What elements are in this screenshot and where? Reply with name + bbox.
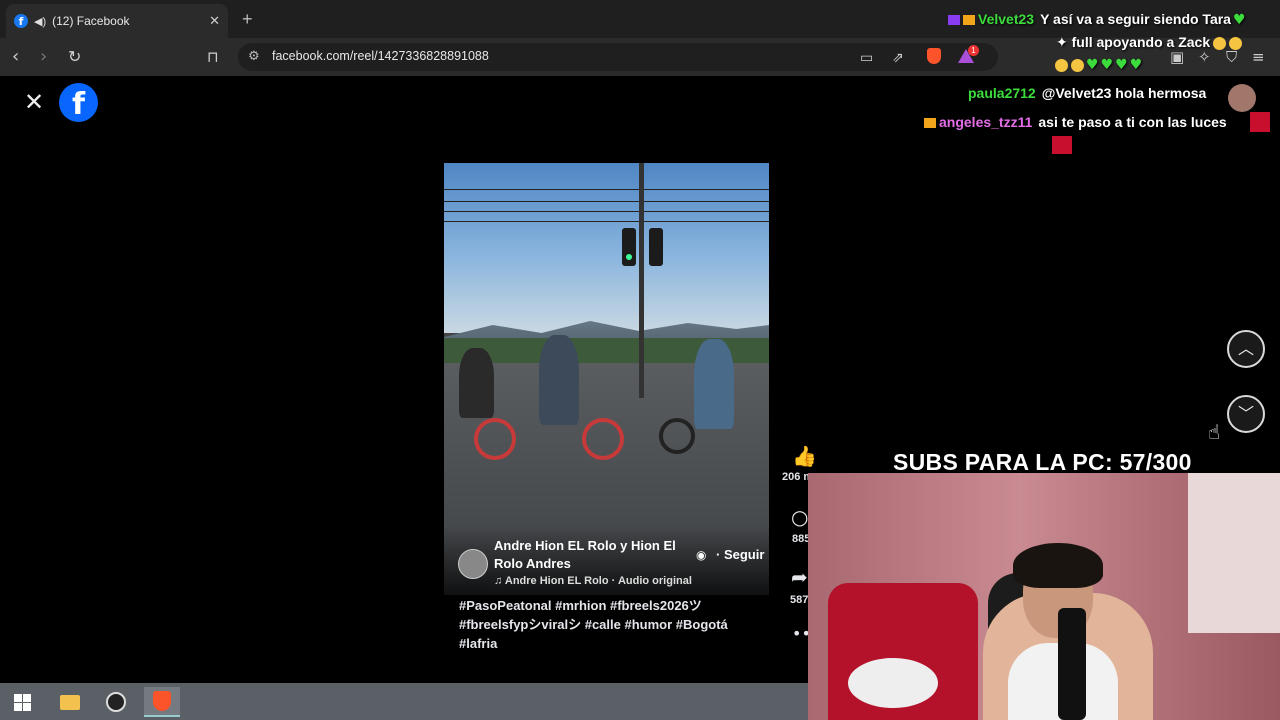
forward-arrow-icon[interactable]: › — [40, 47, 47, 67]
share-arrow-icon[interactable]: ➦ — [791, 565, 808, 589]
traffic-light — [622, 228, 636, 266]
share-count: 587 — [790, 594, 809, 606]
folder-icon — [60, 694, 80, 710]
facebook-favicon-icon: f — [14, 14, 28, 28]
webcam-microphone — [1058, 608, 1086, 720]
sub-badge-icon — [948, 15, 960, 26]
chat-message: ✦ full apoyando a Zack — [1056, 34, 1243, 51]
next-reel-button[interactable]: ﹀ — [1227, 395, 1265, 433]
green-heart-icon: ♥ — [1129, 57, 1143, 73]
facebook-logo[interactable]: f — [59, 83, 98, 122]
reload-icon[interactable]: ↻ — [68, 47, 81, 67]
tab-title: (12) Facebook — [52, 14, 130, 28]
profile-avatar[interactable] — [1228, 84, 1256, 112]
green-heart-icon: ♥ — [1086, 57, 1099, 73]
chat-username: paula2712 — [968, 85, 1036, 101]
start-button[interactable] — [4, 687, 40, 717]
tab-facebook[interactable]: f ◀) (12) Facebook ✕ — [6, 4, 228, 38]
chat-username: angeles_tzz11 — [939, 114, 1033, 130]
traffic-light — [649, 228, 663, 266]
webcam-door — [1188, 473, 1280, 633]
author-name[interactable]: Andre Hion EL Rolo y Hion El Rolo Andres — [494, 537, 694, 573]
subs-goal-text: SUBS PARA LA PC: 57/300 — [893, 449, 1192, 475]
emoji-icon — [1071, 58, 1084, 72]
emoji-icon — [1213, 36, 1227, 50]
bookmark-icon[interactable]: ⊓ — [207, 47, 219, 67]
url-text[interactable]: facebook.com/reel/1427336828891088 — [272, 49, 489, 63]
chat-emote-icon — [1052, 136, 1072, 154]
motorcycle-wheel — [474, 418, 516, 460]
brave-shields-icon[interactable] — [927, 48, 941, 64]
emoji-icon — [1055, 58, 1068, 72]
windows-logo-icon — [13, 693, 31, 711]
reel-hashtags[interactable]: #PasoPeatonal #mrhion #fbreels2026ツ #fbr… — [459, 596, 759, 653]
audio-track[interactable]: ♫ Andre Hion EL Rolo · Audio original — [494, 575, 692, 587]
reel-video[interactable]: Andre Hion EL Rolo y Hion El Rolo Andres… — [444, 163, 769, 595]
like-icon[interactable]: 👍 — [792, 444, 817, 468]
webcam-hair — [1013, 543, 1103, 588]
audio-playing-icon[interactable]: ◀) — [34, 15, 46, 28]
webcam-feed — [808, 473, 1280, 720]
green-heart-icon: ♥ — [1100, 57, 1114, 73]
site-info-icon[interactable]: ⚙ — [248, 49, 260, 64]
motorcyclist — [459, 348, 494, 418]
motorcyclist — [539, 335, 579, 425]
traffic-pole — [639, 163, 644, 398]
emoji-icon — [1229, 36, 1243, 50]
author-avatar[interactable] — [458, 549, 488, 579]
power-line — [444, 189, 769, 190]
motorcycle-wheel — [659, 418, 695, 454]
chat-text: asi te paso a ti con las luces — [1038, 114, 1227, 130]
motorcycle-wheel — [582, 418, 624, 460]
menu-icon[interactable]: ≡ — [1252, 48, 1265, 66]
taskbar-file-explorer[interactable] — [52, 687, 88, 717]
webcam-dog — [848, 658, 938, 708]
chat-message: angeles_tzz11 asi te paso a ti con las lu… — [924, 114, 1227, 130]
taskbar-obs[interactable] — [98, 687, 134, 717]
previous-reel-button[interactable]: ︿ — [1227, 330, 1265, 368]
power-line — [444, 221, 769, 222]
power-line — [444, 201, 769, 202]
power-line — [444, 211, 769, 212]
crown-badge-icon — [924, 118, 936, 129]
new-tab-button[interactable]: + — [242, 9, 253, 30]
close-reel-icon[interactable]: ✕ — [24, 90, 44, 114]
chat-message: paula2712 @Velvet23 hola hermosa — [968, 85, 1206, 101]
follow-button[interactable]: · Seguir — [716, 547, 764, 562]
sparkle-icon: ✦ — [1056, 35, 1068, 51]
notification-badge: 1 — [968, 45, 979, 56]
tab-close-icon[interactable]: ✕ — [209, 13, 220, 29]
green-heart-icon: ♥ — [1232, 12, 1246, 28]
chat-emote-icon — [1250, 112, 1270, 132]
green-heart-icon: ♥ — [1115, 57, 1128, 73]
chat-message: Velvet23 Y así va a seguir siendo Tara ♥ — [948, 11, 1246, 28]
chat-text: full apoyando a Zack — [1071, 34, 1211, 50]
hand-cursor-icon: ☝ — [1208, 420, 1221, 444]
taskbar-brave[interactable] — [144, 687, 180, 717]
chat-text: Y así va a seguir siendo Tara — [1040, 11, 1231, 27]
public-globe-icon: ◉ — [696, 548, 707, 562]
brave-browser-icon — [153, 691, 171, 711]
motorcyclist — [694, 339, 734, 429]
obs-icon — [106, 692, 126, 712]
cast-icon[interactable]: ▭ — [860, 48, 873, 68]
crown-badge-icon — [963, 15, 975, 26]
windows-taskbar — [0, 683, 808, 720]
back-arrow-icon[interactable]: ‹ — [12, 47, 19, 67]
chat-text: @Velvet23 hola hermosa — [1041, 85, 1207, 101]
share-icon[interactable]: ⇗ — [892, 48, 904, 68]
chat-emotes: ♥ ♥ ♥ ♥ — [1052, 56, 1142, 73]
address-bar[interactable]: ⚙ facebook.com/reel/1427336828891088 — [238, 43, 998, 71]
chat-username: Velvet23 — [978, 11, 1035, 27]
comment-icon[interactable]: ○ — [791, 505, 808, 529]
